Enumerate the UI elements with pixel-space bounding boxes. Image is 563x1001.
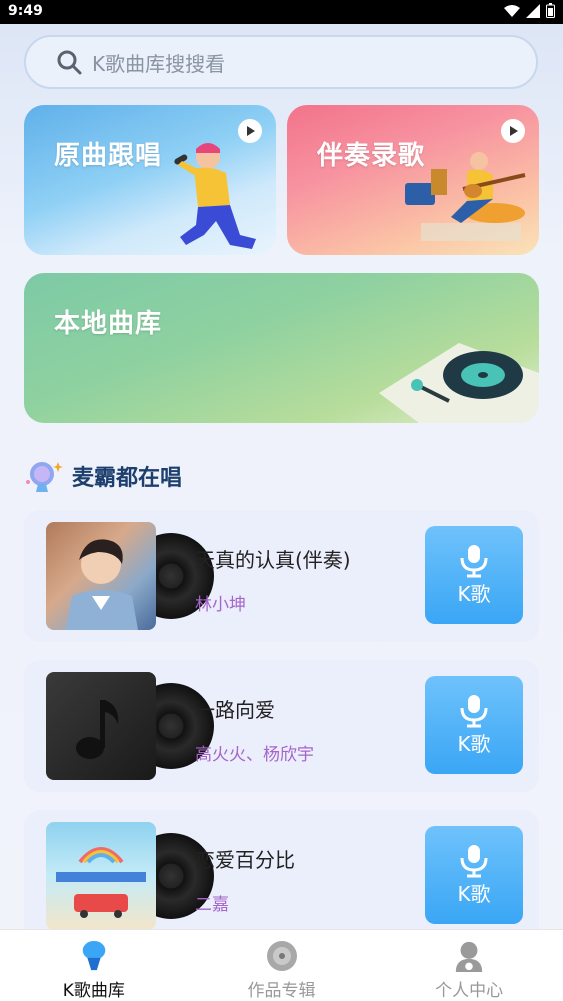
k-song-label: K歌 — [457, 731, 491, 756]
turntable-icon — [379, 343, 539, 423]
k-song-label: K歌 — [457, 881, 491, 906]
k-song-button[interactable]: K歌 — [425, 676, 523, 774]
status-time: 9:49 — [8, 3, 43, 19]
song-name: 一路向爱 — [195, 698, 275, 722]
tab-label: 个人中心 — [435, 981, 504, 1001]
microphone-icon — [460, 844, 488, 877]
song-item[interactable]: 一路向爱 高火火、杨欣宇 K歌 — [24, 660, 539, 792]
song-artist: 林小坤 — [195, 595, 246, 615]
section-title: 麦霸都在唱 — [72, 466, 183, 491]
search-icon — [57, 50, 82, 75]
bottom-tab-bar: K歌曲库 作品专辑 个人中心 — [0, 929, 563, 1001]
song-name: 恋爱百分比 — [195, 848, 295, 872]
signal-icon — [526, 3, 540, 18]
battery-icon — [546, 3, 555, 18]
music-note-icon — [76, 700, 119, 759]
main-content: K歌曲库搜搜看 原曲跟唱 伴奏录歌 本地曲库 麦霸都在唱 天真的认真(伴奏) 林… — [0, 24, 563, 929]
song-item[interactable]: 天真的认真(伴奏) 林小坤 K歌 — [24, 510, 539, 642]
original-sing-title: 原曲跟唱 — [54, 141, 163, 171]
microphone-icon — [460, 544, 488, 577]
song-cover — [46, 522, 156, 630]
tab-k-song-library[interactable]: K歌曲库 — [0, 930, 188, 1001]
search-placeholder: K歌曲库搜搜看 — [92, 51, 226, 76]
microphone-tab-icon — [82, 940, 106, 971]
accompaniment-record-card[interactable]: 伴奏录歌 — [287, 105, 539, 255]
tab-label: K歌曲库 — [62, 981, 125, 1001]
tab-personal-center[interactable]: 个人中心 — [375, 930, 563, 1001]
singer-illustration — [174, 143, 256, 249]
section-header: 麦霸都在唱 — [24, 458, 182, 494]
guitarist-illustration — [405, 152, 526, 241]
k-song-button[interactable]: K歌 — [425, 526, 523, 624]
song-item[interactable]: 恋爱百分比 二嘉 K歌 — [24, 810, 539, 929]
song-cover — [46, 672, 156, 780]
tab-label: 作品专辑 — [247, 981, 316, 1001]
song-artist: 二嘉 — [195, 895, 229, 915]
microphone-sparkle-icon — [26, 462, 63, 492]
local-library-title: 本地曲库 — [54, 309, 163, 339]
status-icons — [504, 3, 555, 18]
k-song-button[interactable]: K歌 — [425, 826, 523, 924]
disc-icon — [266, 941, 297, 971]
microphone-icon — [460, 694, 488, 727]
person-icon — [455, 941, 483, 972]
wifi-icon — [504, 4, 520, 17]
song-artist: 高火火、杨欣宇 — [195, 745, 314, 765]
status-bar: 9:49 — [0, 0, 563, 24]
local-library-card[interactable]: 本地曲库 — [24, 273, 539, 423]
tab-works-album[interactable]: 作品专辑 — [188, 930, 376, 1001]
song-cover — [46, 822, 156, 929]
song-name: 天真的认真(伴奏) — [195, 548, 351, 572]
original-sing-card[interactable]: 原曲跟唱 — [24, 105, 276, 255]
k-song-label: K歌 — [457, 581, 491, 606]
search-bar[interactable]: K歌曲库搜搜看 — [24, 35, 538, 89]
